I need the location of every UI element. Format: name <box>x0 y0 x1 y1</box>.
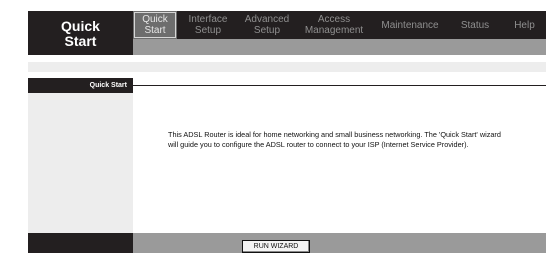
tab-label-line1: Access <box>317 14 351 25</box>
spacer-strip <box>28 62 546 72</box>
run-wizard-button[interactable]: RUN WIZARD <box>242 240 310 253</box>
tab-access-management[interactable]: Access Management <box>295 11 373 39</box>
section-divider <box>133 85 546 86</box>
section-title: Quick Start <box>28 78 133 93</box>
tab-label-line1: Status <box>460 19 490 31</box>
sub-nav-bar <box>133 39 546 55</box>
tab-label-line2: Setup <box>194 25 222 36</box>
tab-label-line1: Help <box>514 19 535 31</box>
tab-quick-start[interactable]: Quick Start <box>133 11 177 39</box>
tab-status[interactable]: Status <box>447 11 503 39</box>
tab-label-line2: Setup <box>253 25 281 36</box>
tab-label-line2: Start <box>144 25 166 36</box>
tab-label-line1: Quick <box>142 14 168 25</box>
footer-left-block <box>28 233 133 253</box>
footer-bar <box>133 233 546 253</box>
main-nav: Quick Start Interface Setup Advanced Setup … <box>133 11 546 39</box>
brand-title-line2: Start <box>64 33 97 49</box>
tab-help[interactable]: Help <box>503 11 546 39</box>
tab-advanced-setup[interactable]: Advanced Setup <box>239 11 295 39</box>
tab-label-line1: Advanced <box>244 14 290 25</box>
tab-label-line1: Interface <box>188 14 228 25</box>
page-brand-title: Quick Start <box>28 11 133 55</box>
quick-start-description: This ADSL Router is ideal for home netwo… <box>168 130 501 149</box>
tab-interface-setup[interactable]: Interface Setup <box>177 11 239 39</box>
tab-label-line1: Maintenance <box>381 19 439 31</box>
left-panel <box>28 93 133 233</box>
tab-label-line2: Management <box>304 25 364 36</box>
tab-maintenance[interactable]: Maintenance <box>373 11 447 39</box>
brand-title-line1: Quick <box>61 18 100 34</box>
